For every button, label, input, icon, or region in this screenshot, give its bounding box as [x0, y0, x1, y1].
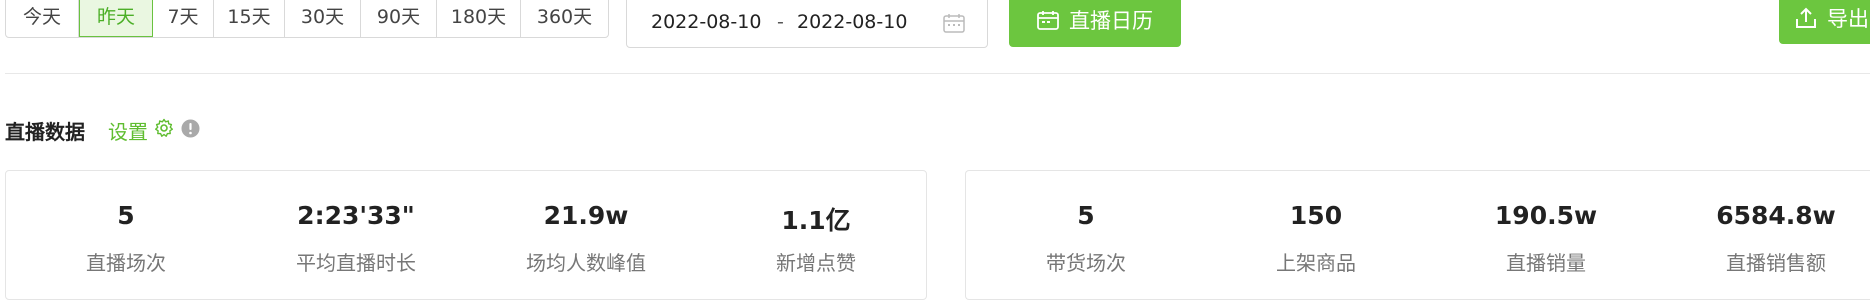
toolbar-divider — [5, 73, 1870, 74]
stat-peak-viewers: 21.9w 场均人数峰值 — [471, 171, 701, 301]
info-icon[interactable] — [181, 119, 200, 138]
sales-stats-card: 5 带货场次 150 上架商品 190.5w 直播销量 6584.8w 直播销售… — [965, 170, 1870, 300]
date-end-value[interactable]: 2022-08-10 — [797, 11, 907, 33]
stat-value: 1.1亿 — [781, 206, 851, 235]
stat-label: 带货场次 — [1046, 251, 1126, 275]
gear-icon[interactable] — [154, 118, 174, 138]
section-title: 直播数据 — [5, 120, 85, 144]
date-range-picker[interactable]: 2022-08-10 - 2022-08-10 — [626, 0, 988, 48]
date-separator: - — [777, 11, 784, 33]
stat-label: 场均人数峰值 — [526, 251, 646, 275]
range-180-days[interactable]: 180天 — [437, 0, 521, 37]
live-calendar-label: 直播日历 — [1069, 8, 1153, 33]
date-range-selector: 今天 昨天 7天 15天 30天 90天 180天 360天 — [5, 0, 609, 38]
stat-value: 21.9w — [543, 201, 629, 230]
stat-label: 新增点赞 — [776, 251, 856, 275]
stat-new-likes: 1.1亿 新增点赞 — [701, 171, 931, 301]
stat-live-sales-volume: 190.5w 直播销量 — [1431, 171, 1661, 301]
settings-link[interactable]: 设置 — [108, 116, 148, 145]
stat-label: 直播场次 — [86, 251, 166, 275]
stat-value: 5 — [117, 201, 135, 230]
range-7-days[interactable]: 7天 — [153, 0, 214, 37]
stat-sales-sessions: 5 带货场次 — [971, 171, 1201, 301]
stat-live-sales-revenue: 6584.8w 直播销售额 — [1661, 171, 1870, 301]
range-360-days[interactable]: 360天 — [521, 0, 608, 37]
calendar-icon[interactable] — [943, 13, 965, 33]
stat-live-sessions: 5 直播场次 — [11, 171, 241, 301]
live-stats-card: 5 直播场次 2:23'33" 平均直播时长 21.9w 场均人数峰值 1.1亿… — [5, 170, 927, 300]
stat-avg-duration: 2:23'33" 平均直播时长 — [241, 171, 471, 301]
range-90-days[interactable]: 90天 — [361, 0, 437, 37]
upload-icon — [1796, 7, 1816, 28]
stat-label: 上架商品 — [1276, 251, 1356, 275]
export-button[interactable]: 导出 — [1779, 0, 1870, 44]
range-today[interactable]: 今天 — [6, 0, 79, 37]
date-start-value[interactable]: 2022-08-10 — [651, 11, 761, 33]
calendar-icon — [1037, 10, 1059, 30]
stat-label: 直播销售额 — [1726, 251, 1826, 275]
range-yesterday[interactable]: 昨天 — [79, 0, 153, 37]
stat-value: 6584.8w — [1716, 201, 1836, 230]
stat-value: 190.5w — [1494, 201, 1598, 230]
live-calendar-button[interactable]: 直播日历 — [1009, 0, 1181, 47]
range-30-days[interactable]: 30天 — [285, 0, 361, 37]
range-15-days[interactable]: 15天 — [214, 0, 285, 37]
stat-value: 5 — [1077, 201, 1095, 230]
stat-value: 2:23'33" — [297, 201, 415, 230]
export-label: 导出 — [1827, 7, 1869, 31]
stat-value: 150 — [1289, 201, 1343, 230]
stat-label: 平均直播时长 — [296, 251, 416, 275]
stat-label: 直播销量 — [1506, 251, 1586, 275]
stat-listed-products: 150 上架商品 — [1201, 171, 1431, 301]
